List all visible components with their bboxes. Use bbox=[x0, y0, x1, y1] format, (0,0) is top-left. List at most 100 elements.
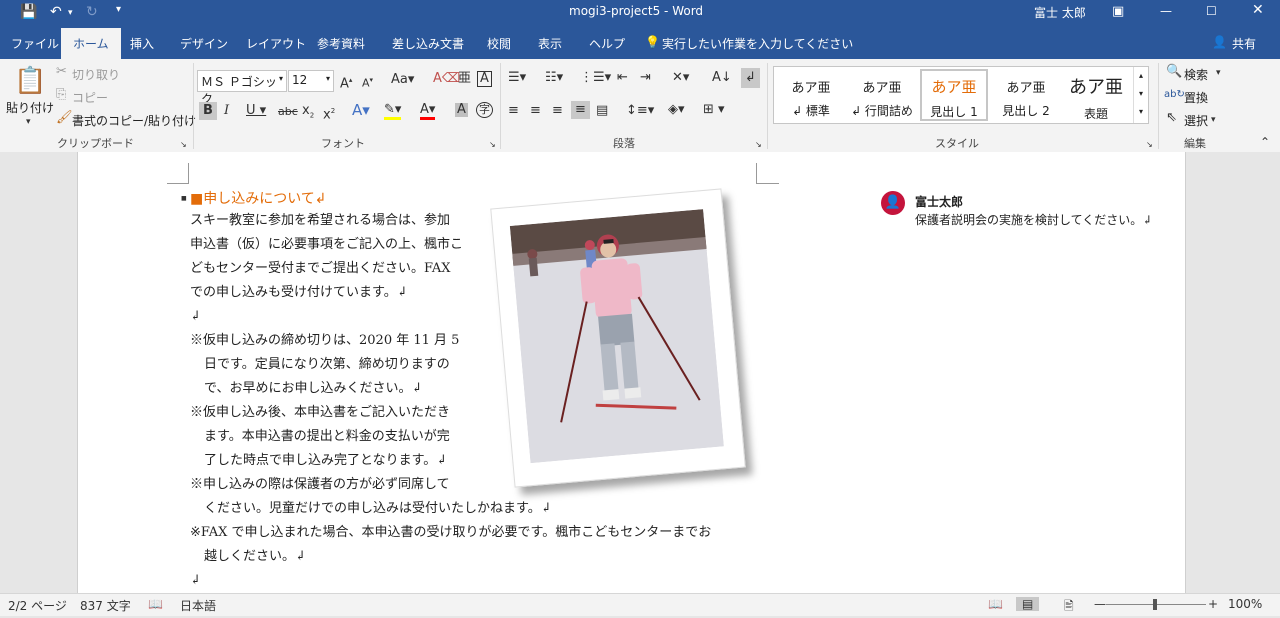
tab-review[interactable]: 校閲 bbox=[487, 35, 511, 52]
zoom-slider-thumb[interactable] bbox=[1153, 599, 1157, 610]
bold-button[interactable]: B bbox=[199, 102, 217, 120]
styles-scroll[interactable]: ▴ ▾ ▾ bbox=[1133, 67, 1148, 123]
tell-me-box[interactable]: 実行したい作業を入力してください bbox=[662, 35, 853, 52]
proofing-icon[interactable]: 📖 bbox=[148, 597, 163, 611]
save-icon[interactable]: 💾 bbox=[20, 4, 37, 20]
chevron-down-icon[interactable]: ▾ bbox=[1216, 66, 1221, 80]
character-border-icon[interactable]: A bbox=[477, 71, 492, 87]
style-no-spacing[interactable]: あア亜 ↲ 行間詰め bbox=[848, 69, 916, 121]
search-icon[interactable]: 🔍 bbox=[1166, 65, 1182, 79]
paste-icon[interactable]: 📋 bbox=[14, 67, 46, 95]
enclose-characters-icon[interactable]: 字 bbox=[476, 102, 493, 118]
chevron-down-icon[interactable]: ▾ bbox=[1211, 113, 1216, 127]
read-mode-icon[interactable]: 📖 bbox=[988, 597, 1003, 611]
line-spacing-icon[interactable]: ↕≡▾ bbox=[626, 104, 654, 118]
shrink-font-icon[interactable]: A▾ bbox=[362, 73, 373, 91]
clear-formatting-icon[interactable]: A⌫ bbox=[433, 72, 460, 86]
font-name-box[interactable]: ＭＳ Ｐゴシック ▾ bbox=[197, 70, 287, 106]
character-shading-icon[interactable]: A bbox=[455, 103, 468, 117]
tab-view[interactable]: 表示 bbox=[538, 35, 562, 52]
phonetic-guide-icon[interactable]: 亜 bbox=[458, 72, 471, 86]
tab-help[interactable]: ヘルプ bbox=[589, 35, 625, 52]
find-button[interactable]: 検索 bbox=[1184, 66, 1208, 83]
style-heading-1[interactable]: あア亜 見出し 1 bbox=[920, 69, 988, 121]
font-launcher-icon[interactable]: ↘ bbox=[489, 138, 496, 152]
ribbon-display-options-icon[interactable]: ▣ bbox=[1112, 4, 1124, 19]
tab-mailings[interactable]: 差し込み文書 bbox=[392, 35, 464, 52]
body-line[interactable]: ※仮申し込み後、本申込書をご記入いただき bbox=[190, 405, 450, 421]
share-button[interactable]: 共有 bbox=[1232, 35, 1256, 52]
tab-insert[interactable]: 挿入 bbox=[130, 35, 154, 52]
tab-file[interactable]: ファイル bbox=[11, 35, 59, 52]
font-size-box[interactable]: 12 ▾ bbox=[288, 70, 334, 92]
italic-button[interactable]: I bbox=[224, 104, 229, 118]
format-painter-icon[interactable]: 🖌 bbox=[56, 111, 73, 125]
body-line[interactable]: ます。本申込書の提出と料金の支払いが完 bbox=[204, 429, 450, 445]
body-line[interactable]: どもセンター受付までご提出ください。FAX bbox=[190, 261, 451, 277]
styles-launcher-icon[interactable]: ↘ bbox=[1146, 138, 1153, 152]
section-heading[interactable]: ■申し込みについて↲ bbox=[190, 188, 327, 208]
undo-icon[interactable]: ↶ bbox=[50, 4, 62, 20]
align-right-icon[interactable]: ≡ bbox=[552, 104, 563, 118]
body-line[interactable]: 越しください。↲ bbox=[204, 549, 306, 565]
language[interactable]: 日本語 bbox=[180, 597, 216, 614]
body-line[interactable]: で、お早めにお申し込みください。↲ bbox=[204, 381, 422, 397]
multilevel-list-icon[interactable]: ⋮☰▾ bbox=[580, 71, 611, 85]
style-title[interactable]: あア亜 表題 bbox=[1062, 69, 1130, 121]
sort-icon[interactable]: A↓ bbox=[712, 71, 732, 85]
grow-font-icon[interactable]: A▴ bbox=[340, 73, 352, 91]
tab-home[interactable]: ホーム bbox=[61, 28, 121, 59]
shading-icon[interactable]: ◈▾ bbox=[668, 103, 685, 117]
comment-text[interactable]: 保護者説明会の実施を検討してください。↲ bbox=[915, 211, 1152, 228]
justify-icon[interactable]: ≡ bbox=[571, 101, 590, 119]
underline-button[interactable]: U ▾ bbox=[246, 104, 266, 118]
word-count[interactable]: 837 文字 bbox=[80, 597, 131, 614]
text-effects-icon[interactable]: A▾ bbox=[352, 103, 370, 118]
zoom-in-icon[interactable]: + bbox=[1208, 597, 1218, 611]
clipboard-launcher-icon[interactable]: ↘ bbox=[180, 138, 187, 152]
style-normal[interactable]: あア亜 ↲ 標準 bbox=[777, 69, 845, 121]
customize-qat-icon[interactable]: ▾ bbox=[116, 4, 121, 15]
asian-layout-icon[interactable]: ✕▾ bbox=[672, 71, 689, 85]
body-line[interactable]: 日です。定員になり次第、締め切りますの bbox=[204, 357, 450, 373]
undo-dropdown-icon[interactable]: ▾ bbox=[68, 8, 73, 18]
ski-photo[interactable] bbox=[490, 188, 746, 488]
increase-indent-icon[interactable]: ⇥ bbox=[640, 71, 651, 85]
body-line[interactable]: ください。児童だけでの申し込みは受付いたしかねます。↲ bbox=[204, 501, 552, 517]
select-button[interactable]: 選択 bbox=[1184, 112, 1208, 129]
bullets-icon[interactable]: ☰▾ bbox=[508, 71, 526, 85]
body-line[interactable]: での申し込みも受け付けています。↲ bbox=[190, 285, 408, 301]
superscript-button[interactable]: x2 bbox=[323, 104, 335, 122]
align-left-icon[interactable]: ≡ bbox=[508, 104, 519, 118]
body-line[interactable]: 申込書（仮）に必要事項をご記入の上、楓市こ bbox=[190, 237, 463, 253]
tab-layout[interactable]: レイアウト bbox=[246, 35, 306, 52]
strikethrough-button[interactable]: abc bbox=[278, 105, 298, 119]
change-case-icon[interactable]: Aa▾ bbox=[391, 73, 414, 87]
subscript-button[interactable]: x2 bbox=[302, 104, 314, 123]
replace-button[interactable]: 置換 bbox=[1184, 89, 1208, 106]
borders-icon[interactable]: ⊞ ▾ bbox=[703, 103, 725, 117]
body-line[interactable]: ※仮申し込みの締め切りは、2020 年 11 月 5 bbox=[190, 333, 459, 349]
zoom-out-icon[interactable]: — bbox=[1094, 597, 1106, 611]
highlight-icon[interactable]: ✎▾ bbox=[384, 103, 402, 120]
numbering-icon[interactable]: ☷▾ bbox=[545, 71, 563, 85]
maximize-icon[interactable]: ☐ bbox=[1206, 4, 1217, 18]
collapse-ribbon-icon[interactable]: ⌃ bbox=[1260, 135, 1270, 149]
body-line[interactable]: 了した時点で申し込み完了となります。↲ bbox=[204, 453, 447, 469]
body-line[interactable]: ↲ bbox=[190, 309, 201, 325]
body-line[interactable]: スキー教室に参加を希望される場合は、参加 bbox=[190, 213, 450, 229]
minimize-icon[interactable]: — bbox=[1160, 4, 1172, 18]
chevron-down-icon[interactable]: ▾ bbox=[326, 74, 330, 83]
paragraph-launcher-icon[interactable]: ↘ bbox=[755, 138, 762, 152]
select-icon[interactable]: ⇖ bbox=[1166, 111, 1177, 125]
body-line[interactable]: ※申し込みの際は保護者の方が必ず同席して bbox=[190, 477, 450, 493]
close-icon[interactable]: ✕ bbox=[1252, 2, 1264, 18]
zoom-level[interactable]: 100% bbox=[1228, 597, 1262, 611]
format-painter-button[interactable]: 書式のコピー/貼り付け bbox=[72, 112, 196, 129]
user-name[interactable]: 富士 太郎 bbox=[1034, 4, 1086, 21]
page-count[interactable]: 2/2 ページ bbox=[8, 597, 67, 614]
chevron-down-icon[interactable]: ▾ bbox=[279, 74, 283, 83]
show-marks-icon[interactable]: ↲ bbox=[741, 68, 760, 88]
font-color-icon[interactable]: A▾ bbox=[420, 103, 436, 120]
print-layout-icon[interactable]: ▤ bbox=[1016, 597, 1040, 611]
